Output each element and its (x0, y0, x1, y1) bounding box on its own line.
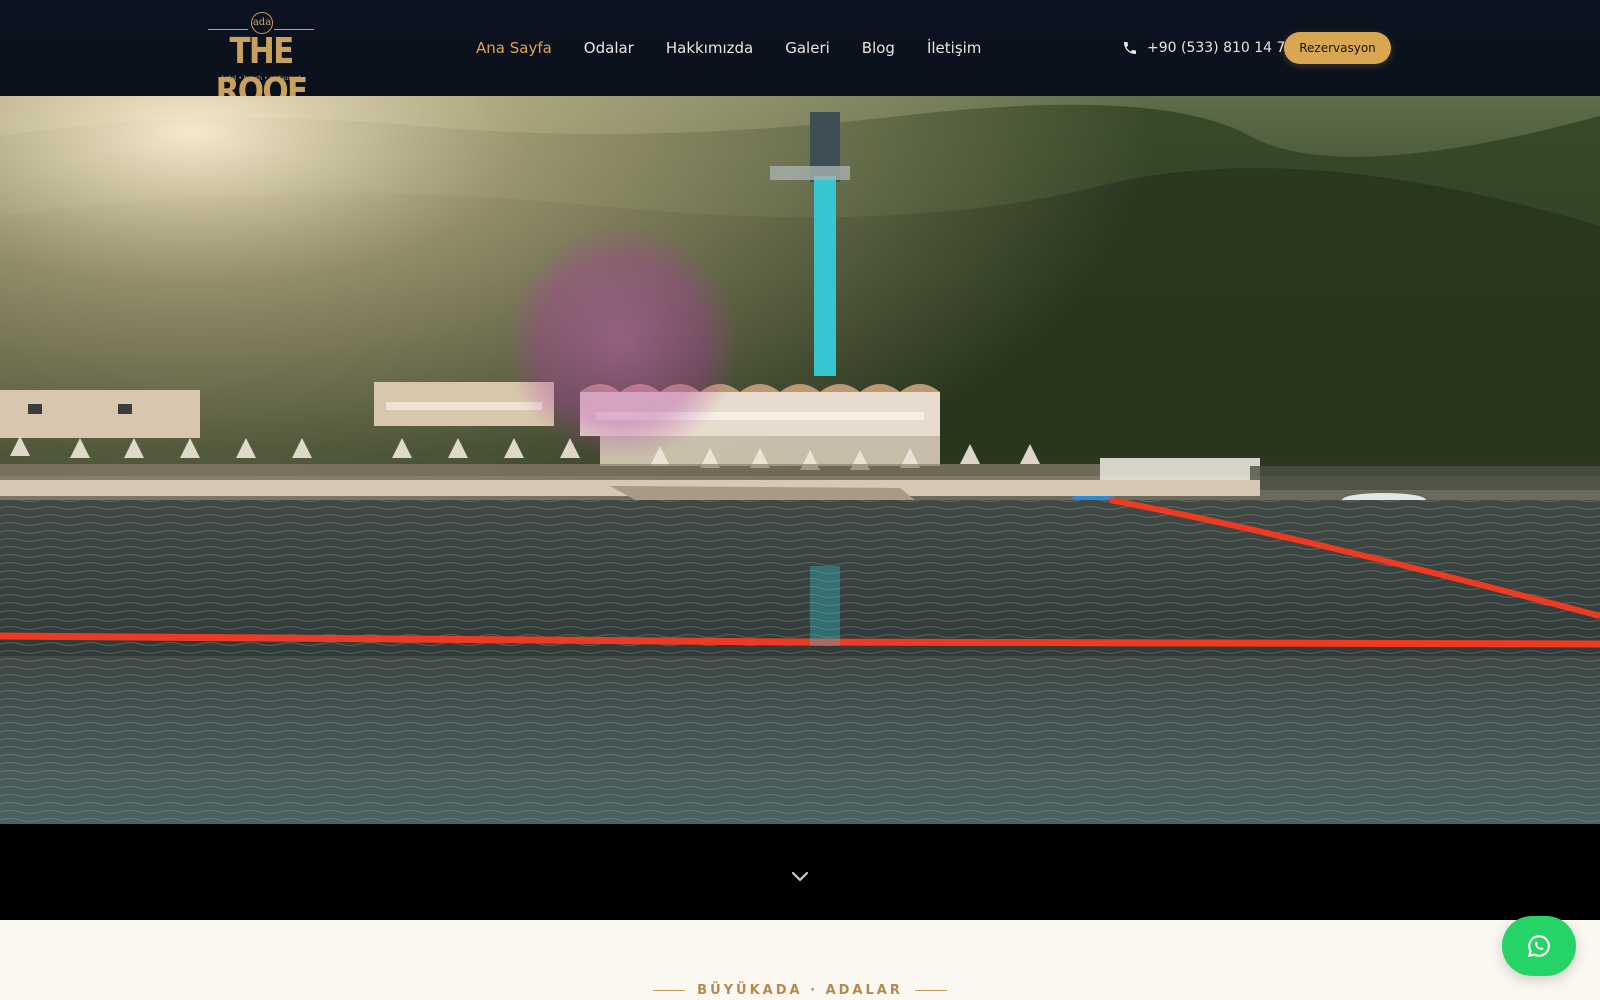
main-nav: Ana Sayfa Odalar Hakkımızda Galeri Blog … (476, 36, 1013, 60)
phone-number: +90 (533) 810 14 72 (1147, 40, 1295, 56)
phone-icon (1124, 42, 1136, 54)
logo-divider (274, 29, 314, 30)
nav-item-contact[interactable]: İletişim (927, 36, 981, 60)
nav-item-about[interactable]: Hakkımızda (666, 36, 753, 60)
nav-item-rooms[interactable]: Odalar (584, 36, 634, 60)
eyebrow-line-right (914, 990, 947, 991)
logo-divider (208, 29, 248, 30)
intro-section: BÜYÜKADA · ADALAR (0, 920, 1600, 1000)
nav-item-blog[interactable]: Blog (862, 36, 895, 60)
section-eyebrow: BÜYÜKADA · ADALAR (0, 983, 1600, 998)
whatsapp-button[interactable] (1502, 916, 1576, 976)
eyebrow-line-left (653, 990, 686, 991)
nav-item-gallery[interactable]: Galeri (785, 36, 830, 60)
nav-item-home[interactable]: Ana Sayfa (476, 36, 552, 60)
site-header: ada THE ROOF hotel • beach • restaurant … (0, 0, 1600, 112)
logo-tagline: hotel • beach • restaurant (221, 75, 301, 82)
phone-link[interactable]: +90 (533) 810 14 72 (1122, 36, 1294, 60)
brand-logo[interactable]: ada THE ROOF hotel • beach • restaurant (208, 12, 314, 112)
chevron-down-icon[interactable] (788, 866, 812, 888)
hero-video (0, 96, 1600, 824)
whatsapp-icon (1527, 935, 1550, 958)
reservation-button[interactable]: Rezervasyon (1284, 32, 1391, 64)
hero-scene (0, 96, 1600, 824)
eyebrow-text: BÜYÜKADA · ADALAR (697, 983, 903, 998)
